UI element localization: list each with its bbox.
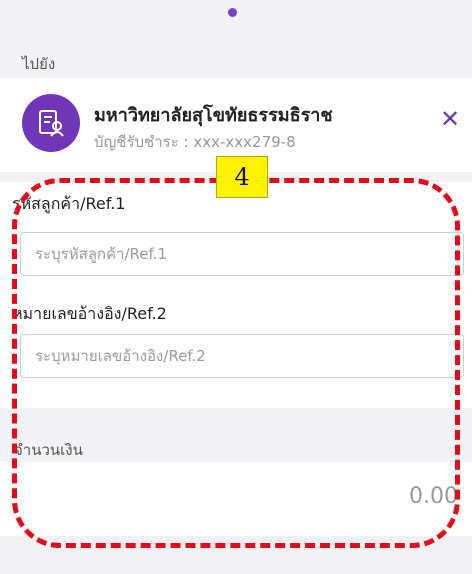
payee-name: มหาวิทยาลัยสุโขทัยธรรมธิราช: [94, 105, 333, 126]
ref1-input[interactable]: [20, 232, 464, 276]
ref1-label: รหัสลูกค้า/Ref.1: [12, 194, 126, 213]
close-icon[interactable]: ✕: [440, 107, 460, 131]
ref2-input[interactable]: [20, 334, 464, 378]
goto-label: ไปยัง: [22, 55, 56, 73]
payee-account: บัญชีรับชำระ : xxx-xxx279-8: [94, 133, 296, 151]
ref2-label: หมายเลขอ้างอิง/Ref.2: [12, 304, 167, 323]
payee-avatar: [22, 94, 80, 152]
building-id-icon: [39, 110, 64, 137]
page-indicator-dot: [228, 8, 237, 17]
amount-label: จำนวนเงิน: [14, 441, 83, 459]
amount-section[interactable]: [0, 462, 472, 536]
amount-value[interactable]: 0.00: [409, 484, 458, 509]
step-badge: 4: [216, 156, 268, 198]
